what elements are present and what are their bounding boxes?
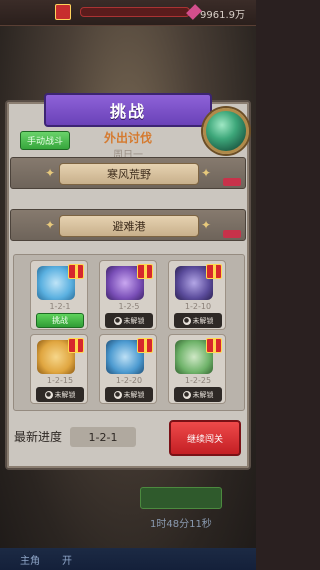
expand-arrow-icon[interactable] — [223, 230, 241, 238]
locked-button[interactable]: ● 未解锁 — [174, 387, 222, 402]
expand-arrow-icon[interactable] — [223, 178, 241, 186]
fight-button[interactable]: 挑战 — [36, 313, 84, 328]
level-card[interactable]: 1-2-25 ● 未解锁 — [168, 334, 226, 404]
level-label: 1-2-15 — [46, 376, 74, 385]
locked-label: 未解锁 — [54, 390, 76, 399]
locked-button[interactable]: ● 未解锁 — [36, 387, 84, 402]
level-label: 1-2-5 — [118, 302, 140, 311]
locked-label: 未解锁 — [192, 316, 214, 325]
lock-icon: ● — [182, 316, 191, 325]
tab-open[interactable]: 开 — [62, 552, 72, 567]
countdown-timer: 1时48分11秒 — [150, 519, 212, 530]
stage-name: 避难港 — [59, 215, 199, 237]
locked-button[interactable]: ● 未解锁 — [105, 387, 153, 402]
reward-gift-icon[interactable] — [206, 338, 222, 353]
reward-gift-icon[interactable] — [68, 338, 84, 353]
reward-gift-icon[interactable] — [206, 264, 222, 279]
lock-icon: ● — [113, 390, 122, 399]
level-label: 1-2-1 — [49, 302, 71, 311]
lock-icon: ● — [182, 390, 191, 399]
bottom-nav: 主角 开 — [0, 548, 256, 570]
locked-button[interactable]: ● 未解锁 — [174, 313, 222, 328]
locked-label: 未解锁 — [123, 316, 145, 325]
level-label: 1-2-20 — [115, 376, 143, 385]
dialog-title: 挑战 — [44, 93, 212, 127]
star-icon: ✦ — [45, 166, 56, 180]
continue-button[interactable]: 继续闯关 — [169, 420, 241, 456]
level-card[interactable]: 1-2-10 ● 未解锁 — [168, 260, 226, 330]
level-card[interactable]: 1-2-15 ● 未解锁 — [30, 334, 88, 404]
progress-value: 1-2-1 — [70, 427, 136, 447]
lock-icon: ● — [44, 390, 53, 399]
stage-name: 寒风荒野 — [59, 163, 199, 185]
background-badge — [140, 487, 222, 509]
reward-gift-icon[interactable] — [137, 338, 153, 353]
level-label: 1-2-10 — [184, 302, 212, 311]
locked-label: 未解锁 — [123, 390, 145, 399]
locked-button[interactable]: ● 未解锁 — [105, 313, 153, 328]
level-card[interactable]: 1-2-1 挑战 — [30, 260, 88, 330]
reward-gift-icon[interactable] — [68, 264, 84, 279]
star-icon: ✦ — [201, 166, 212, 180]
level-card[interactable]: 1-2-20 ● 未解锁 — [99, 334, 157, 404]
subtitle: 外出讨伐 — [103, 131, 152, 145]
level-card[interactable]: 1-2-5 ● 未解锁 — [99, 260, 157, 330]
star-icon: ✦ — [45, 218, 56, 232]
star-icon: ✦ — [201, 218, 212, 232]
lock-icon: ● — [113, 316, 122, 325]
reward-gift-icon[interactable] — [137, 264, 153, 279]
locked-label: 未解锁 — [192, 390, 214, 399]
stage-bar-2[interactable]: ✦ 避难港 ✦ — [10, 209, 246, 241]
tab-hero[interactable]: 主角 — [20, 552, 40, 567]
stage-bar-1[interactable]: ✦ 寒风荒野 ✦ — [10, 157, 246, 189]
coins-count: 9961.9万 — [200, 10, 245, 21]
progress-label: 最新进度 — [14, 430, 63, 444]
level-label: 1-2-25 — [184, 376, 212, 385]
gift-icon[interactable] — [55, 4, 71, 20]
top-bar: 9961.9万 — [0, 0, 256, 26]
hp-bar — [80, 7, 190, 17]
